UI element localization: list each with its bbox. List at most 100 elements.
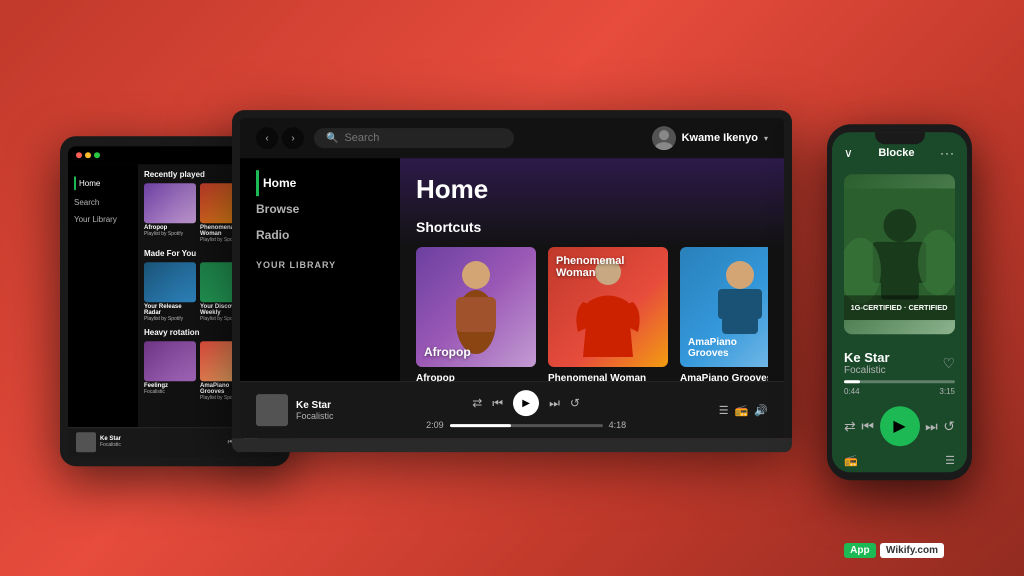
volume-icon[interactable]: 🔊 — [754, 404, 768, 417]
play-button[interactable]: ▶ — [513, 390, 539, 416]
chevron-down-icon: ▾ — [764, 134, 768, 143]
page-title: Home — [416, 174, 768, 205]
phone-screen: ∨ Blocke ··· 1G-CERTIFIED · C — [832, 132, 967, 472]
phone-cast-icon[interactable]: 📻 — [844, 454, 858, 467]
tablet-heavy-card-1[interactable]: Feelingz Focalistic — [144, 341, 196, 401]
playlist-card-afropop[interactable]: Afropop Afropop Amaarae, Tems, Omah Lay,… — [416, 247, 536, 381]
playlist-card-img-phenomenal: PhenomemalWoman — [548, 247, 668, 367]
app-label: App — [844, 543, 875, 558]
playlist-card-img-amapiano: AmaPianoGrooves — [680, 247, 768, 367]
phone-more-button[interactable]: ··· — [940, 146, 955, 160]
phone-track-info: Ke Star Focalistic ♡ — [832, 342, 967, 380]
shortcuts-label: Shortcuts — [416, 219, 768, 235]
progress-track — [450, 424, 603, 427]
phone-screen-title: Blocke — [878, 147, 914, 159]
watermark: App Wikify.com — [844, 540, 944, 558]
desktop-main: Home Shortcuts Afropop — [400, 158, 784, 381]
phone-play-button[interactable]: ▶ — [880, 406, 920, 446]
phenomenal-overlay-title: PhenomemalWoman — [556, 255, 624, 279]
phone-next-button[interactable]: ⏭ — [925, 418, 938, 435]
player-thumb — [256, 394, 288, 426]
player-controls: ⇄ ⏮ ▶ ⏭ ↺ 2:09 4:18 — [426, 390, 626, 430]
back-button[interactable]: ‹ — [256, 127, 278, 149]
tablet-card-sub-afropop: Playlist by Spotify — [144, 231, 196, 237]
desktop-body: Home Browse Radio YOUR LIBRARY Home Shor… — [240, 158, 784, 381]
prev-button[interactable]: ⏮ — [492, 396, 503, 411]
tablet-made-card-1[interactable]: Your Release Radar Playlist by Spotify — [144, 262, 196, 322]
search-icon: 🔍 — [326, 133, 338, 144]
phone-current-time: 0:44 — [844, 387, 860, 396]
player-track-artist: Focalistic — [296, 411, 334, 421]
phone-prev-button[interactable]: ⏮ — [861, 418, 874, 435]
tablet-player-artist: Focalistic — [100, 442, 121, 448]
afropop-label: Afropop — [416, 373, 536, 381]
phone-queue-icon[interactable]: ☰ — [945, 454, 955, 467]
phone-repeat-button[interactable]: ↺ — [943, 418, 955, 435]
svg-text:1G-CERTIFIED · CERTIFIED: 1G-CERTIFIED · CERTIFIED — [851, 303, 949, 312]
shuffle-button[interactable]: ⇄ — [472, 396, 482, 410]
laptop-device: ‹ › 🔍 Kwame Ikenyo ▾ — [232, 110, 792, 452]
player-track: Ke Star Focalistic — [256, 394, 334, 426]
current-time: 2:09 — [426, 420, 444, 430]
phone-back-button[interactable]: ∨ — [844, 146, 853, 160]
laptop-base — [232, 438, 792, 452]
tablet-sidebar: Home Search Your Library — [68, 164, 138, 427]
queue-icon[interactable]: ☰ — [719, 404, 729, 417]
amapiano-label: AmaPiano Grooves — [680, 373, 768, 381]
shortcuts-grid: Afropop Afropop Amaarae, Tems, Omah Lay,… — [416, 247, 768, 381]
devices-icon[interactable]: 📻 — [735, 404, 749, 417]
close-dot — [76, 152, 82, 158]
total-time: 4:18 — [609, 420, 627, 430]
phone-device: ∨ Blocke ··· 1G-CERTIFIED · C — [827, 124, 972, 480]
tablet-card-afropop[interactable]: Afropop Playlist by Spotify — [144, 183, 196, 243]
desktop-sidebar: Home Browse Radio YOUR LIBRARY — [240, 158, 400, 381]
tablet-search-label: Search — [74, 198, 99, 207]
header-right: Kwame Ikenyo ▾ — [652, 126, 768, 150]
tablet-sidebar-search[interactable]: Search — [74, 194, 132, 211]
progress-fill — [450, 424, 511, 427]
phenomenal-label: Phenomenal Woman — [548, 373, 668, 381]
tablet-card-img-afropop — [144, 183, 196, 223]
player-right: ☰ 📻 🔊 — [719, 404, 768, 417]
tablet-heavy-sub-1: Focalistic — [144, 389, 196, 395]
desktop-screen: ‹ › 🔍 Kwame Ikenyo ▾ — [240, 118, 784, 438]
tablet-sidebar-library[interactable]: Your Library — [74, 211, 132, 228]
sidebar-nav: Home Browse Radio — [240, 170, 400, 248]
next-button[interactable]: ⏭ — [549, 396, 560, 411]
tablet-heavy-img-1 — [144, 341, 196, 381]
amapiano-overlay-title: AmaPianoGrooves — [688, 337, 737, 359]
sidebar-item-home[interactable]: Home — [256, 170, 384, 196]
phone-heart-button[interactable]: ♡ — [942, 355, 955, 372]
sidebar-item-browse[interactable]: Browse — [256, 196, 384, 222]
wikify-label: Wikify.com — [880, 543, 944, 558]
nav-arrows: ‹ › — [256, 127, 304, 149]
sidebar-item-radio[interactable]: Radio — [256, 222, 384, 248]
playlist-card-amapiano[interactable]: AmaPianoGrooves AmaPiano Grooves Amaarae… — [680, 247, 768, 381]
user-name: Kwame Ikenyo — [682, 132, 758, 144]
tablet-made-sub-1: Playlist by Spotify — [144, 316, 196, 322]
avatar — [652, 126, 676, 150]
phone-progress-bar[interactable]: 0:44 3:15 — [832, 380, 967, 396]
phone-progress-track — [844, 380, 955, 383]
phone-controls: ⇄ ⏮ ▶ ⏭ ↺ — [832, 402, 967, 450]
afropop-title: Afropop — [424, 345, 471, 359]
tablet-window-controls — [76, 152, 100, 158]
tablet-sidebar-home[interactable]: Home — [74, 172, 132, 194]
forward-button[interactable]: › — [282, 127, 304, 149]
phone-times: 0:44 3:15 — [844, 387, 955, 396]
phone-track-artist: Focalistic — [844, 365, 890, 376]
player-buttons: ⇄ ⏮ ▶ ⏭ ↺ — [472, 390, 580, 416]
phone-progress-fill — [844, 380, 860, 383]
playlist-card-phenomenal[interactable]: PhenomemalWoman Phenomenal Woman Bey T, … — [548, 247, 668, 381]
repeat-button[interactable]: ↺ — [570, 396, 580, 410]
phone-track-name: Ke Star — [844, 350, 890, 365]
phone-total-time: 3:15 — [939, 387, 955, 396]
search-input[interactable] — [344, 132, 502, 144]
phone-shuffle-button[interactable]: ⇄ — [844, 418, 856, 435]
phone-bottom-bar: 📻 ☰ — [832, 450, 967, 471]
player-bar: Ke Star Focalistic ⇄ ⏮ ▶ ⏭ ↺ 2:09 — [240, 381, 784, 438]
search-bar[interactable]: 🔍 — [314, 128, 514, 148]
tablet-made-img-1 — [144, 262, 196, 302]
progress-bar[interactable]: 2:09 4:18 — [426, 420, 626, 430]
phone-album-art: 1G-CERTIFIED · CERTIFIED — [844, 174, 955, 334]
